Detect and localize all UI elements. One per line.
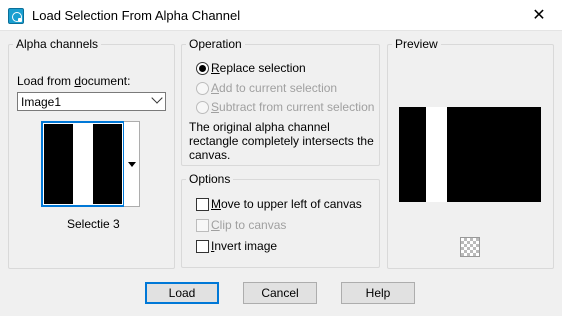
load-button[interactable]: Load — [145, 282, 219, 304]
selected-channel-name: Selectie 3 — [67, 217, 120, 231]
window-title: Load Selection From Alpha Channel — [32, 8, 241, 23]
title-bar: Load Selection From Alpha Channel ✕ — [0, 0, 562, 31]
load-from-document-label: Load from document: — [17, 74, 131, 88]
channel-thumbnail-border — [43, 123, 123, 205]
add-to-selection-radio[interactable] — [196, 82, 209, 95]
options-label: Options — [186, 172, 234, 186]
add-to-selection-label[interactable]: Add to current selection — [211, 81, 337, 95]
replace-selection-label[interactable]: Replace selection — [211, 61, 306, 75]
caret-down-icon — [128, 162, 136, 167]
channel-thumbnail[interactable] — [41, 121, 125, 207]
clip-to-canvas-label[interactable]: Clip to canvas — [211, 218, 286, 232]
document-select-value: Image1 — [21, 95, 62, 109]
subtract-from-selection-label[interactable]: Subtract from current selection — [211, 100, 374, 114]
move-to-upper-left-label[interactable]: Move to upper left of canvas — [211, 197, 362, 211]
operation-description: The original alpha channel rectangle com… — [189, 120, 374, 162]
close-icon: ✕ — [532, 7, 546, 24]
operation-label: Operation — [186, 37, 245, 51]
close-button[interactable]: ✕ — [516, 0, 562, 31]
preview-label: Preview — [392, 37, 441, 51]
move-to-upper-left-checkbox[interactable] — [196, 198, 209, 211]
replace-selection-radio[interactable] — [196, 62, 209, 75]
document-select[interactable]: Image1 — [17, 92, 166, 111]
channel-dropdown-button[interactable] — [124, 121, 140, 207]
alpha-channels-label: Alpha channels — [13, 37, 102, 51]
preview-image — [399, 107, 541, 202]
app-icon — [8, 8, 24, 24]
invert-image-label[interactable]: Invert image — [211, 239, 277, 253]
invert-image-checkbox[interactable] — [196, 240, 209, 253]
clip-to-canvas-checkbox[interactable] — [196, 219, 209, 232]
checkerboard-zoom-icon[interactable] — [460, 237, 480, 257]
chevron-down-icon — [151, 92, 163, 104]
preview-image-stripe — [426, 107, 447, 202]
subtract-from-selection-radio[interactable] — [196, 101, 209, 114]
help-button[interactable]: Help — [341, 282, 415, 304]
cancel-button[interactable]: Cancel — [243, 282, 317, 304]
